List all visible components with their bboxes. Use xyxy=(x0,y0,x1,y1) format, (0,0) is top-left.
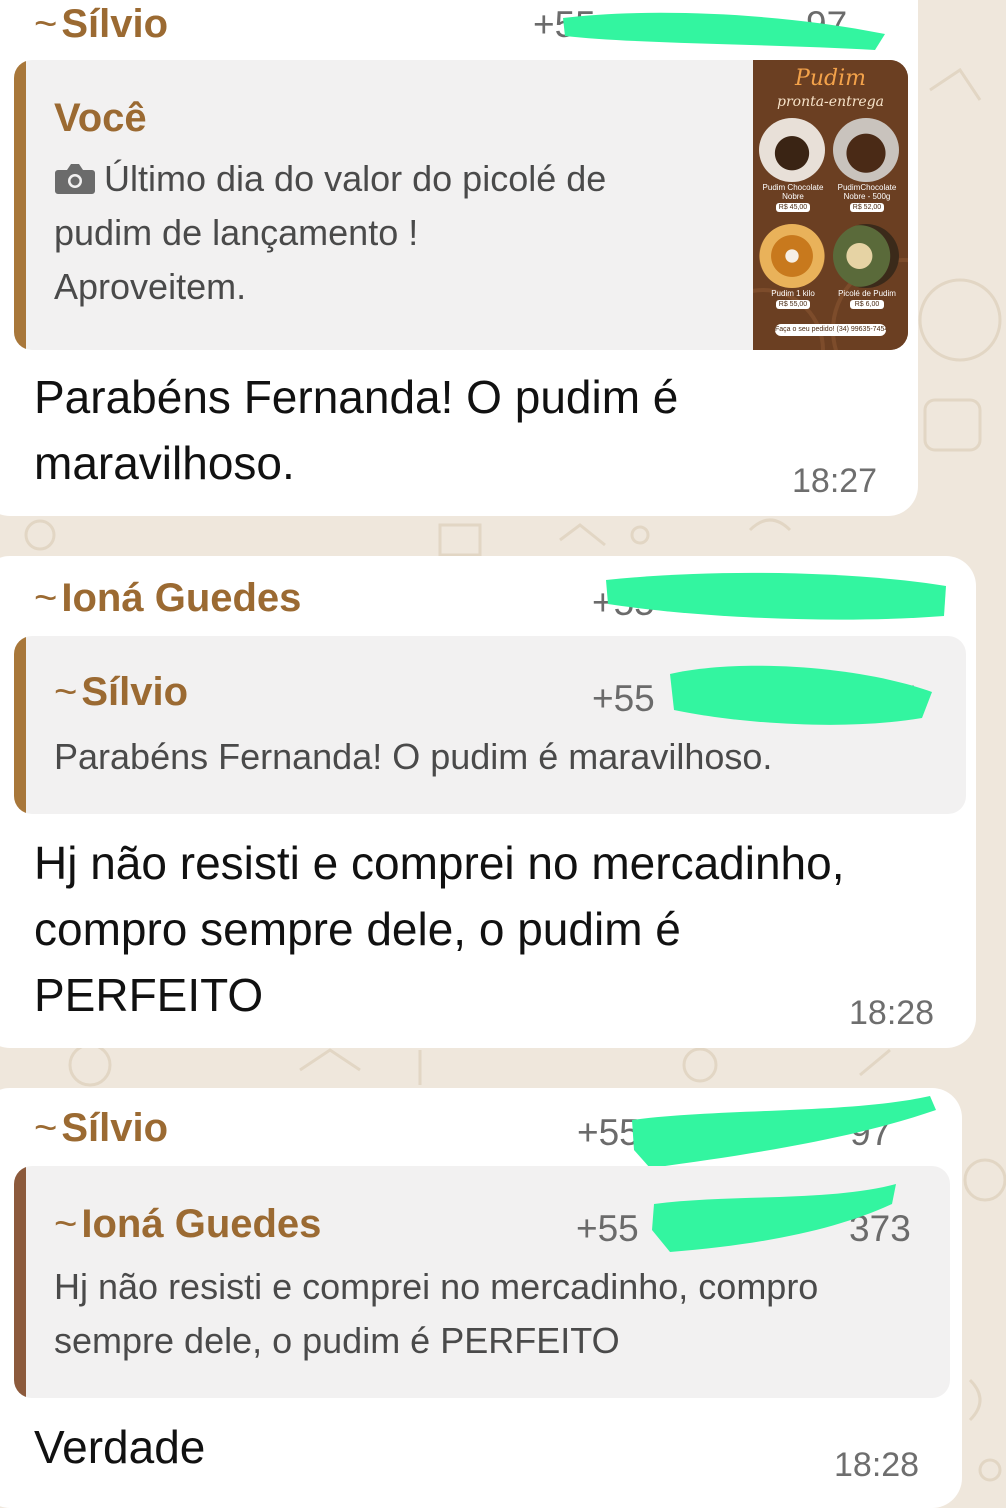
quote-author: ~ Ioná Guedes xyxy=(54,1202,322,1246)
quote-accent-bar xyxy=(14,636,26,814)
quote-text: Último dia do valor do picolé de pudim d… xyxy=(54,152,754,314)
thumbnail-product: PudimChocolate Nobre - 500g R$ 52,00 xyxy=(833,118,901,212)
phone-redaction xyxy=(563,12,885,50)
product-photo xyxy=(759,224,825,288)
product-photo xyxy=(759,118,825,182)
quote-accent-bar xyxy=(14,60,26,350)
quoted-image-thumbnail[interactable]: Pudim pronta-entrega Pudim Chocolate Nob… xyxy=(753,60,908,350)
message-text: Hj não resisti e comprei no mercadinho, … xyxy=(34,837,845,1021)
message-text: Verdade xyxy=(34,1421,206,1473)
message-timestamp: 18:28 xyxy=(849,994,935,1032)
quote-text: Hj não resisti e comprei no mercadinho, … xyxy=(54,1266,819,1361)
thumbnail-title: Pudim xyxy=(795,66,866,91)
phone-redaction xyxy=(606,572,946,620)
thumbnail-product: Pudim 1 kilo R$ 55,00 xyxy=(759,224,827,309)
message-text: Parabéns Fernanda! O pudim é maravilhoso… xyxy=(34,371,679,489)
quote-line: pudim de lançamento ! xyxy=(54,212,419,253)
thumbnail-subtitle: pronta-entrega xyxy=(776,94,885,110)
phone-redaction xyxy=(632,1096,936,1168)
phone-redaction xyxy=(670,665,932,725)
product-photo xyxy=(833,118,899,182)
quote-author: Você xyxy=(54,96,147,140)
quote-line: Último dia do valor do picolé de xyxy=(54,152,754,206)
product-photo xyxy=(833,224,899,288)
sender-name[interactable]: ~ Sílvio xyxy=(34,1106,168,1151)
thumbnail-footer: Faça o seu pedido! (34) 99635-7454 xyxy=(775,324,886,336)
quote-line: Aproveitem. xyxy=(54,266,247,307)
message-timestamp: 18:28 xyxy=(834,1446,920,1484)
thumbnail-product: Pudim Chocolate Nobre R$ 45,00 xyxy=(759,118,827,212)
quote-accent-bar xyxy=(14,1166,26,1398)
camera-icon xyxy=(55,164,95,194)
phone-redaction xyxy=(652,1184,896,1252)
thumbnail-product: Picolé de Pudim R$ 6,00 xyxy=(833,224,901,309)
quote-text: Parabéns Fernanda! O pudim é maravilhoso… xyxy=(54,736,773,777)
sender-name[interactable]: ~ Sílvio xyxy=(34,2,168,47)
quote-author: ~ Sílvio xyxy=(54,670,189,714)
message-timestamp: 18:27 xyxy=(792,462,878,500)
sender-name[interactable]: ~ Ioná Guedes xyxy=(34,576,301,621)
